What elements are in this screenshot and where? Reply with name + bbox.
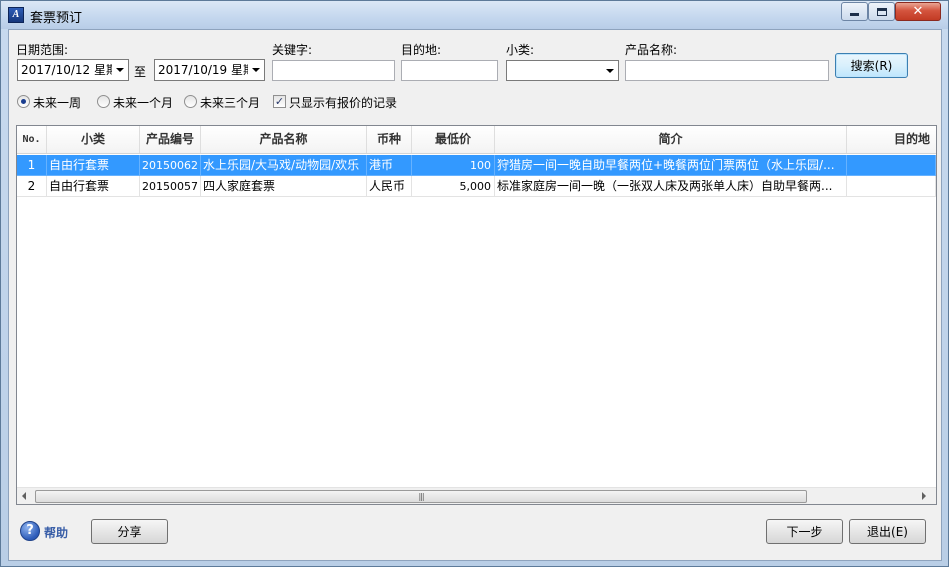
row-intro: 狩猎房一间一晚自助早餐两位+晚餐两位门票两位（水上乐园/... <box>495 155 847 176</box>
app-icon: A <box>8 7 24 23</box>
date-to-picker[interactable]: 2017/10/19 星期 <box>154 59 265 81</box>
next-step-button[interactable]: 下一步 <box>766 519 843 544</box>
window-title: 套票预订 <box>30 11 83 26</box>
exit-button[interactable]: 退出(E) <box>849 519 926 544</box>
table-header: No. 小类 产品编号 产品名称 币种 最低价 简介 目的地 <box>17 126 936 154</box>
column-header-currency[interactable]: 币种 <box>367 126 412 153</box>
radio-next-three-months-label[interactable]: 未来三个月 <box>200 94 260 111</box>
row-min-price: 100 <box>412 155 495 176</box>
radio-next-week[interactable] <box>17 95 30 108</box>
dialog-body: 日期范围: 关键字: 目的地: 小类: 产品名称: 2017/10/12 星期 … <box>8 29 942 561</box>
table-row[interactable]: 1 自由行套票 20150062 水上乐园/大马戏/动物园/欢乐 港币 100 … <box>17 155 936 176</box>
help-icon[interactable]: ? <box>20 521 40 541</box>
row-name: 四人家庭套票 <box>201 176 367 197</box>
date-range-label: 日期范围: <box>16 43 69 57</box>
column-header-min-price[interactable]: 最低价 <box>412 126 495 153</box>
row-intro: 标准家庭房一间一晚（一张双人床及两张单人床）自助早餐两... <box>495 176 847 197</box>
row-name: 水上乐园/大马戏/动物园/欢乐 <box>201 155 367 176</box>
scroll-left-icon[interactable] <box>22 492 26 500</box>
destination-input[interactable] <box>401 60 498 81</box>
column-header-no[interactable]: No. <box>17 126 47 153</box>
quoted-only-checkbox[interactable]: ✓ <box>273 95 286 108</box>
radio-next-month[interactable] <box>97 95 110 108</box>
row-destination <box>847 155 936 176</box>
row-subcategory: 自由行套票 <box>47 155 140 176</box>
radio-next-three-months[interactable] <box>184 95 197 108</box>
row-no: 1 <box>17 155 47 176</box>
keyword-input[interactable] <box>272 60 395 81</box>
row-min-price: 5,000 <box>412 176 495 197</box>
chevron-down-icon[interactable] <box>112 60 128 80</box>
table-row[interactable]: 2 自由行套票 20150057 四人家庭套票 人民币 5,000 标准家庭房一… <box>17 176 936 197</box>
scrollbar-thumb[interactable]: ||| <box>35 490 807 503</box>
row-subcategory: 自由行套票 <box>47 176 140 197</box>
scroll-right-icon[interactable] <box>922 492 926 500</box>
chevron-down-icon[interactable] <box>602 61 618 80</box>
minimize-icon <box>850 13 859 16</box>
column-header-subcategory[interactable]: 小类 <box>47 126 140 153</box>
radio-next-month-label[interactable]: 未来一个月 <box>113 94 173 111</box>
column-header-intro[interactable]: 简介 <box>495 126 847 153</box>
close-button[interactable]: ✕ <box>895 2 941 21</box>
row-no: 2 <box>17 176 47 197</box>
grip-icon: ||| <box>418 492 424 501</box>
close-icon: ✕ <box>912 4 924 19</box>
product-name-input[interactable] <box>625 60 829 81</box>
to-label: 至 <box>134 65 147 79</box>
row-code: 20150057 <box>140 176 201 197</box>
column-header-destination[interactable]: 目的地 <box>847 126 936 153</box>
maximize-icon <box>876 7 887 16</box>
row-destination <box>847 176 936 197</box>
row-code: 20150062 <box>140 155 201 176</box>
date-from-value: 2017/10/12 星期 <box>21 63 118 77</box>
booking-window: A 套票预订 ✕ 日期范围: 关键字: 目的地: 小类: 产品名称: 2017/… <box>0 0 949 567</box>
date-to-value: 2017/10/19 星期 <box>158 63 255 77</box>
column-header-name[interactable]: 产品名称 <box>201 126 367 153</box>
destination-label: 目的地: <box>401 43 442 57</box>
quoted-only-label[interactable]: 只显示有报价的记录 <box>289 94 397 111</box>
search-button[interactable]: 搜索(R) <box>835 53 908 78</box>
row-currency: 人民币 <box>367 176 412 197</box>
maximize-button[interactable] <box>868 2 895 21</box>
title-bar[interactable]: A 套票预订 ✕ <box>1 1 948 29</box>
share-button[interactable]: 分享 <box>91 519 168 544</box>
horizontal-scrollbar[interactable]: ||| <box>17 487 936 504</box>
row-currency: 港币 <box>367 155 412 176</box>
date-from-picker[interactable]: 2017/10/12 星期 <box>17 59 129 81</box>
subcategory-select[interactable] <box>506 60 619 81</box>
radio-next-week-label[interactable]: 未来一周 <box>33 94 81 111</box>
subcategory-label: 小类: <box>506 43 535 57</box>
product-name-label: 产品名称: <box>625 43 678 57</box>
chevron-down-icon[interactable] <box>248 60 264 80</box>
keyword-label: 关键字: <box>272 43 313 57</box>
column-header-code[interactable]: 产品编号 <box>140 126 201 153</box>
products-table: No. 小类 产品编号 产品名称 币种 最低价 简介 目的地 1 自由行套票 2… <box>16 125 937 505</box>
help-link[interactable]: 帮助 <box>44 524 68 541</box>
minimize-button[interactable] <box>841 2 868 21</box>
